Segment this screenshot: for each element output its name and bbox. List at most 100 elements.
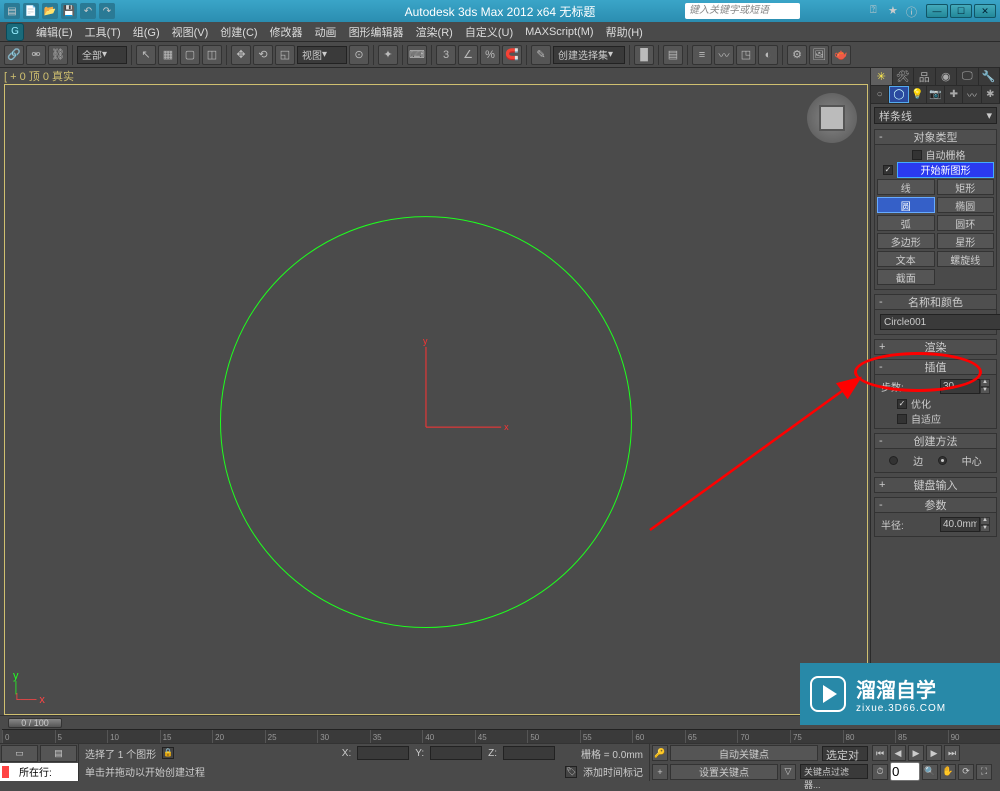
menu-anim[interactable]: 动画 [309,24,343,40]
link-icon[interactable]: 🔗 [4,45,24,65]
script-line[interactable]: 所在行: [0,763,78,782]
rollout-params[interactable]: -参数 [874,497,997,513]
filter-icon[interactable]: ▽ [780,764,796,780]
pivot-icon[interactable]: ⊙ [349,45,369,65]
rectselect-icon[interactable]: ▢ [180,45,200,65]
render-icon[interactable]: 🫖 [831,45,851,65]
nav-max[interactable]: ⛶ [976,764,992,780]
radio-edge[interactable] [889,456,898,465]
redo-icon[interactable]: ↷ [99,3,115,19]
menu-customize[interactable]: 自定义(U) [459,24,519,40]
menu-create[interactable]: 创建(C) [214,24,263,40]
close-button[interactable]: ✕ [974,4,996,18]
menu-edit[interactable]: 编辑(E) [30,24,79,40]
mirror-icon[interactable]: ▐▌ [634,45,654,65]
objname-input[interactable] [880,314,1000,330]
window-icon[interactable]: ◫ [202,45,222,65]
rendersetup-icon[interactable]: ⚙ [787,45,807,65]
minimize-button[interactable]: — [926,4,948,18]
shape-text[interactable]: 文本 [877,251,935,267]
max-logo-icon[interactable]: G [6,23,24,41]
move-icon[interactable]: ✥ [231,45,251,65]
tab-modify[interactable]: 🛠 [893,68,915,85]
viewcube[interactable] [807,93,857,143]
nav-start[interactable]: ⏮ [872,745,888,761]
shape-rect[interactable]: 矩形 [937,179,995,195]
nav-pan[interactable]: ✋ [940,764,956,780]
spinsnap-icon[interactable]: 🧲 [502,45,522,65]
time-ruler[interactable]: 051015202530354045505560657075808590 [2,729,1000,743]
mini-btn2[interactable]: ▤ [40,745,77,762]
radio-center[interactable] [938,456,947,465]
subtab-geom[interactable]: ○ [871,86,889,103]
subtab-cam[interactable]: 📷 [927,86,945,103]
menu-view[interactable]: 视图(V) [166,24,215,40]
tab-create[interactable]: ✳ [871,68,893,85]
editnamed-icon[interactable]: ✎ [531,45,551,65]
startnew-check[interactable]: ✓ [883,165,893,175]
shape-donut[interactable]: 圆环 [937,215,995,231]
schem-icon[interactable]: ◳ [736,45,756,65]
layers-icon[interactable]: ≡ [692,45,712,65]
tag-icon[interactable]: 🏷 [565,766,577,778]
nav-next[interactable]: ▶ [926,745,942,761]
mini-btn1[interactable]: ▭ [1,745,38,762]
startnew-button[interactable]: 开始新图形 [897,162,994,178]
pctsnap-icon[interactable]: % [480,45,500,65]
radius-input[interactable] [940,517,980,532]
shape-line[interactable]: 线 [877,179,935,195]
tab-display[interactable]: 🖵 [957,68,979,85]
scale-icon[interactable]: ◱ [275,45,295,65]
anglesnap-icon[interactable]: ∠ [458,45,478,65]
maximize-button[interactable]: ☐ [950,4,972,18]
nav-play[interactable]: ▶ [908,745,924,761]
timeconf-icon[interactable]: ⏱ [872,764,888,780]
kbd-icon[interactable]: ⌨ [407,45,427,65]
adaptive-check[interactable] [897,414,907,424]
subtab-systems[interactable]: ✱ [982,86,1000,103]
nav-orbit[interactable]: ⟳ [958,764,974,780]
z-input[interactable] [503,746,555,760]
nav-end[interactable]: ⏭ [944,745,960,761]
setkey-icon[interactable]: + [652,764,668,780]
steps-down[interactable]: ▼ [980,387,990,395]
menu-help[interactable]: 帮助(H) [600,24,649,40]
key-icon[interactable]: 🔑 [652,745,668,761]
shape-arc[interactable]: 弧 [877,215,935,231]
rollout-kbd[interactable]: +键盘输入 [874,477,997,493]
rollout-name[interactable]: -名称和颜色 [874,294,997,310]
app-menu-icon[interactable]: ▤ [4,3,20,19]
autogrid-check[interactable] [912,150,922,160]
tab-motion[interactable]: ◉ [936,68,958,85]
rotate-icon[interactable]: ⟲ [253,45,273,65]
open-icon[interactable]: 📂 [42,3,58,19]
autokey-button[interactable]: 自动关键点 [670,745,818,761]
align-icon[interactable]: ▤ [663,45,683,65]
category-dd[interactable]: 样条线▾ [874,107,997,124]
info-icon[interactable]: ⓘ [906,4,920,18]
shape-star[interactable]: 星形 [937,233,995,249]
tab-hierarchy[interactable]: 品 [914,68,936,85]
frame-input[interactable] [890,762,920,781]
search-box[interactable]: 键入关键字或短语 [685,3,800,19]
subtab-lights[interactable]: 💡 [909,86,927,103]
selset-dd[interactable]: 创建选择集 ▾ [553,46,625,64]
snap3-icon[interactable]: 3 [436,45,456,65]
viewport[interactable]: y x y│└── x [4,84,868,715]
shape-ellipse[interactable]: 椭圆 [937,197,995,213]
menu-group[interactable]: 组(G) [127,24,166,40]
viewport-label[interactable]: [ + 0 顶 0 真实 [0,68,870,84]
help-icon[interactable]: ⍰ [870,4,884,18]
star-icon[interactable]: ★ [888,4,902,18]
y-input[interactable] [430,746,482,760]
unlink-icon[interactable]: ⚮ [26,45,46,65]
save-icon[interactable]: 💾 [61,3,77,19]
menu-tools[interactable]: 工具(T) [79,24,127,40]
shape-ngon[interactable]: 多边形 [877,233,935,249]
new-icon[interactable]: 📄 [23,3,39,19]
x-input[interactable] [357,746,409,760]
mated-icon[interactable]: ◐ [758,45,778,65]
subtab-helpers[interactable]: ✚ [945,86,963,103]
filter-dd[interactable]: 全部 ▾ [77,46,127,64]
rollout-interp[interactable]: -插值 [874,359,997,375]
